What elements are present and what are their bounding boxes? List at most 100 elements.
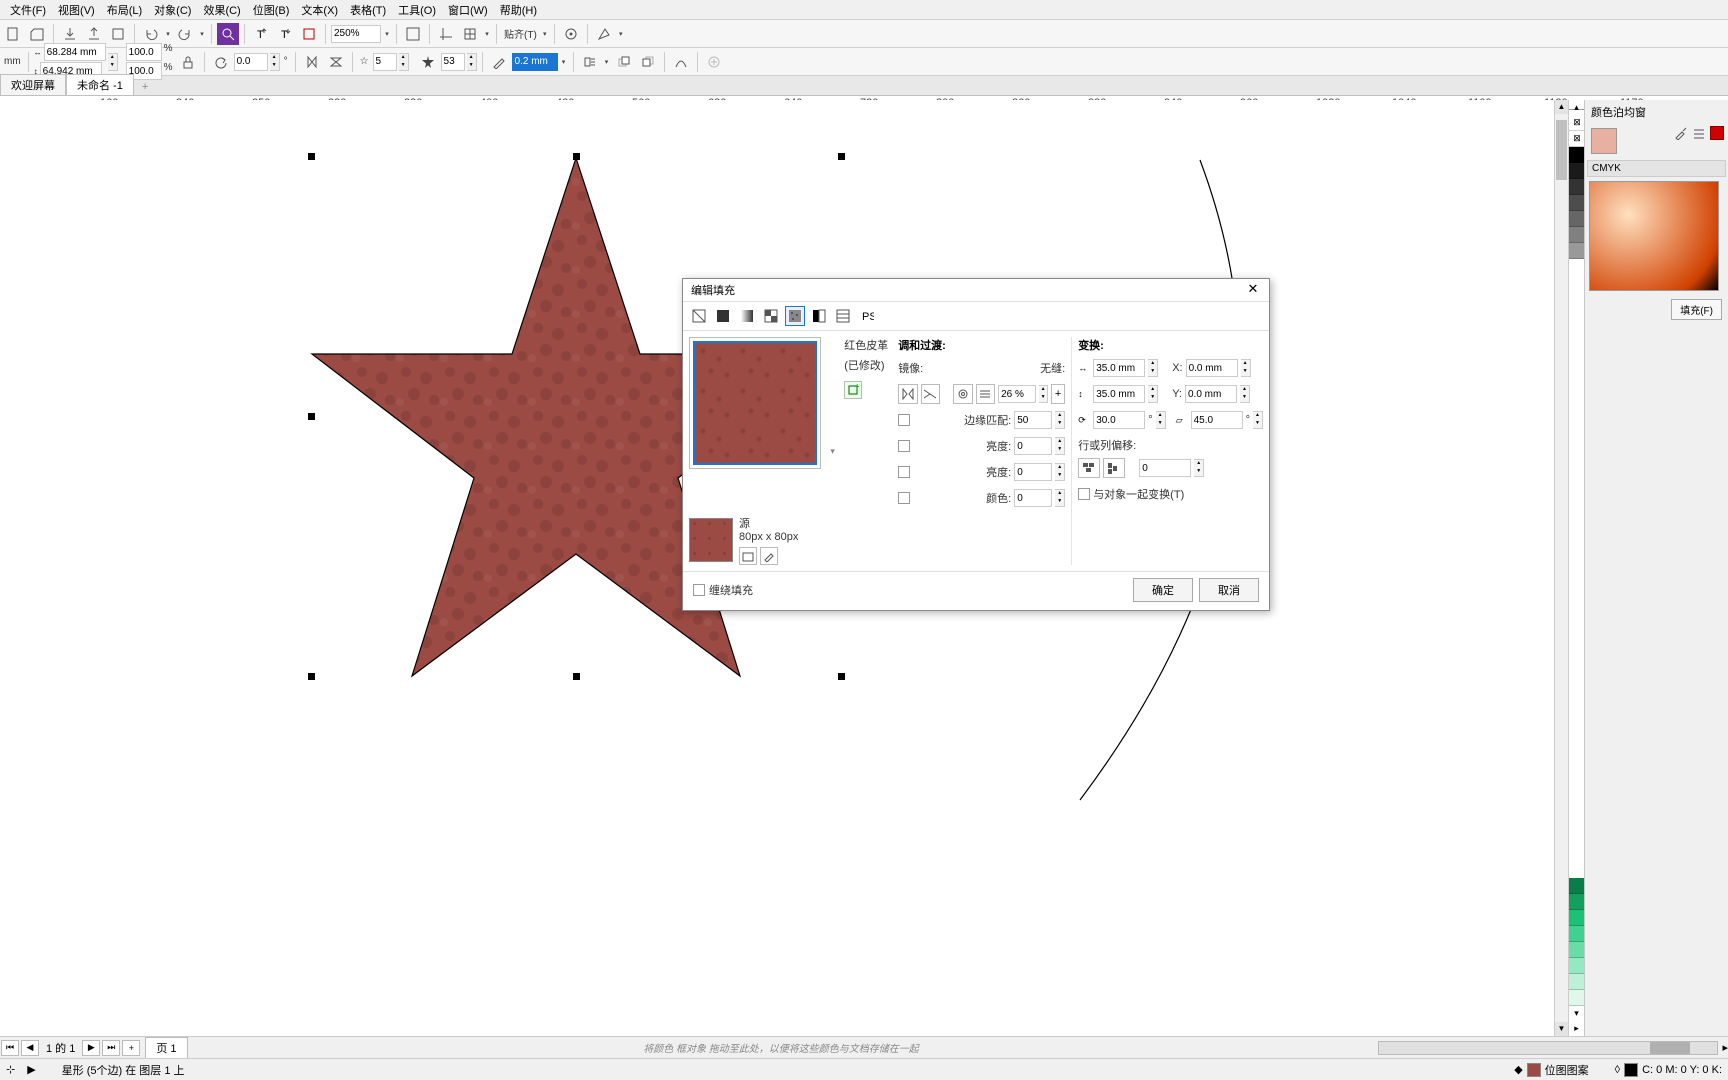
- zoom-dropdown[interactable]: ▾: [383, 23, 391, 45]
- menu-view[interactable]: 视图(V): [52, 0, 101, 20]
- luminance-check[interactable]: [898, 466, 910, 478]
- palette-swatch[interactable]: [1569, 179, 1585, 195]
- fill-indicator-icon[interactable]: ◆: [1514, 1063, 1522, 1076]
- guides-icon[interactable]: [435, 23, 457, 45]
- h-scroll-thumb[interactable]: [1650, 1042, 1690, 1054]
- outline-width-dropdown[interactable]: ▾: [560, 51, 568, 73]
- tab-welcome[interactable]: 欢迎屏幕: [0, 74, 66, 95]
- palette-swatch[interactable]: [1569, 163, 1585, 179]
- palette-swatch[interactable]: [1569, 147, 1585, 163]
- menu-object[interactable]: 对象(C): [148, 0, 197, 20]
- cancel-button[interactable]: 取消: [1199, 578, 1259, 602]
- snap-to-label[interactable]: 贴齐(T): [504, 26, 537, 41]
- lock-ratio-icon[interactable]: [177, 51, 199, 73]
- handle-tc[interactable]: [573, 153, 580, 160]
- rotate-spinners[interactable]: ▲▼: [270, 53, 280, 71]
- add-page-icon[interactable]: +: [122, 1040, 140, 1056]
- bitmap-pattern-tab[interactable]: [785, 306, 805, 326]
- luminance-field[interactable]: [1014, 463, 1052, 481]
- rot-spinners[interactable]: ▲▼: [1156, 411, 1166, 429]
- redo-icon[interactable]: [174, 23, 196, 45]
- convert-curves-icon[interactable]: [670, 51, 692, 73]
- wrap-dropdown[interactable]: ▾: [603, 51, 611, 73]
- no-fill-tab[interactable]: [689, 306, 709, 326]
- grid-dropdown[interactable]: ▾: [483, 23, 491, 45]
- no-fill-swatch[interactable]: ⊠: [1569, 115, 1585, 131]
- launch-icon[interactable]: [593, 23, 615, 45]
- pdf-icon[interactable]: [298, 23, 320, 45]
- palette-swatch[interactable]: [1569, 942, 1585, 958]
- prev-page-icon[interactable]: ◀: [21, 1040, 39, 1056]
- search-icon[interactable]: [217, 23, 239, 45]
- menu-tools[interactable]: 工具(O): [392, 0, 442, 20]
- tile-width-field[interactable]: [1093, 359, 1145, 377]
- blend-spinners[interactable]: ▲▼: [1039, 385, 1048, 403]
- scroll-down-icon[interactable]: ▼: [1555, 1022, 1568, 1036]
- texture-preview[interactable]: [693, 341, 817, 465]
- scroll-thumb[interactable]: [1556, 120, 1567, 180]
- text-down-icon[interactable]: T: [274, 23, 296, 45]
- palette-swatch[interactable]: [1569, 910, 1585, 926]
- scale-x-field[interactable]: [126, 43, 162, 61]
- vector-pattern-tab[interactable]: [761, 306, 781, 326]
- edit-source-icon[interactable]: [760, 547, 778, 565]
- texture-fill-tab[interactable]: [833, 306, 853, 326]
- color-preview-swatch[interactable]: [1591, 128, 1617, 154]
- outline-indicator-icon[interactable]: ◊: [1615, 1064, 1620, 1076]
- export-icon[interactable]: [83, 23, 105, 45]
- palette-swatch[interactable]: [1569, 227, 1585, 243]
- import-icon[interactable]: [59, 23, 81, 45]
- close-icon[interactable]: ✕: [1245, 282, 1261, 298]
- horizontal-scrollbar[interactable]: [1378, 1041, 1718, 1055]
- offset-y-field[interactable]: [1185, 385, 1237, 403]
- scroll-up-icon[interactable]: ▲: [1555, 100, 1568, 114]
- secondary-color-swatch[interactable]: [1710, 126, 1724, 140]
- no-outline-swatch[interactable]: ⊠: [1569, 131, 1585, 147]
- launch-dropdown[interactable]: ▾: [617, 23, 625, 45]
- wrap-text-icon[interactable]: [579, 51, 601, 73]
- palette-flyout[interactable]: ▸: [1569, 1021, 1584, 1036]
- palette-swatch[interactable]: [1569, 243, 1585, 259]
- first-page-icon[interactable]: ⏮: [1, 1040, 19, 1056]
- palette-scroll-down[interactable]: ▾: [1569, 1006, 1584, 1021]
- col-offset-icon[interactable]: [1103, 458, 1125, 478]
- next-page-icon[interactable]: ▶: [82, 1040, 100, 1056]
- object-width-field[interactable]: [44, 43, 106, 61]
- quick-customize-icon[interactable]: [703, 51, 725, 73]
- vertical-scrollbar[interactable]: ▲ ▼: [1554, 100, 1568, 1036]
- palette-swatch[interactable]: [1569, 958, 1585, 974]
- to-back-icon[interactable]: [637, 51, 659, 73]
- handle-bl[interactable]: [308, 673, 315, 680]
- handle-ml[interactable]: [308, 413, 315, 420]
- luminance-spinners[interactable]: ▲▼: [1055, 463, 1065, 481]
- blend-pct-field[interactable]: [998, 385, 1036, 403]
- outline-pen-icon[interactable]: [488, 51, 510, 73]
- ok-button[interactable]: 确定: [1133, 578, 1193, 602]
- offset-spinners[interactable]: ▲▼: [1194, 459, 1204, 477]
- color-spinners[interactable]: ▲▼: [1055, 489, 1065, 507]
- mirror-h-icon[interactable]: [301, 51, 323, 73]
- tile-height-field[interactable]: [1093, 385, 1145, 403]
- sliders-icon[interactable]: [1692, 126, 1706, 140]
- full-screen-icon[interactable]: [402, 23, 424, 45]
- palette-swatch[interactable]: [1569, 974, 1585, 990]
- tab-document[interactable]: 未命名 -1: [66, 74, 134, 95]
- color-picker-area[interactable]: [1589, 181, 1719, 291]
- brightness-spinners[interactable]: ▲▼: [1055, 437, 1065, 455]
- menu-bitmap[interactable]: 位图(B): [247, 0, 296, 20]
- grid-icon[interactable]: [459, 23, 481, 45]
- postscript-fill-tab[interactable]: PS: [857, 306, 877, 326]
- offset-x-field[interactable]: [1186, 359, 1238, 377]
- offy-spinners[interactable]: ▲▼: [1240, 385, 1250, 403]
- palette-swatch[interactable]: [1569, 926, 1585, 942]
- offset-amount-field[interactable]: [1139, 459, 1191, 477]
- menu-layout[interactable]: 布局(L): [101, 0, 148, 20]
- uniform-fill-tab[interactable]: [713, 306, 733, 326]
- row-offset-icon[interactable]: [1078, 458, 1100, 478]
- current-fill-swatch[interactable]: [1527, 1063, 1541, 1077]
- color-check[interactable]: [898, 492, 910, 504]
- transform-with-object-check[interactable]: [1078, 488, 1090, 500]
- winding-fill-check[interactable]: [693, 584, 705, 596]
- palette-swatch[interactable]: [1569, 990, 1585, 1006]
- handle-bc[interactable]: [573, 673, 580, 680]
